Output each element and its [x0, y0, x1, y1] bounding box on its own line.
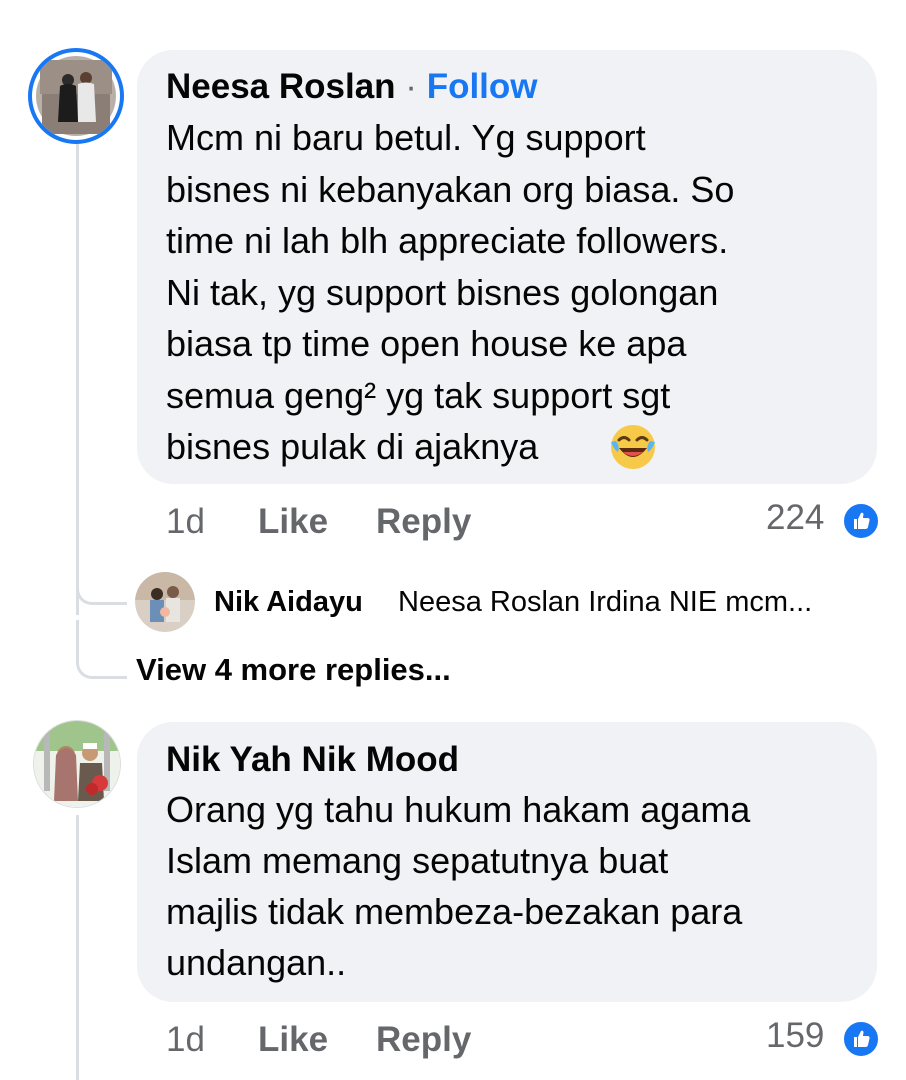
comment-text-line: biasa tp time open house ke apa [166, 323, 687, 364]
comment-author[interactable]: Nik Yah Nik Mood [166, 740, 459, 780]
thread-line-2 [76, 815, 79, 1080]
comment-time[interactable]: 1d [166, 502, 205, 542]
comment-time[interactable]: 1d [166, 1020, 205, 1060]
comment-text-line: bisnes ni kebanyakan org biasa. So [166, 169, 735, 210]
avatar-nik-yah-nik-mood[interactable] [33, 720, 121, 808]
comment-text-line: majlis tidak membeza-bezakan para [166, 891, 743, 932]
laughing-tears-emoji-icon [608, 422, 658, 472]
comment-author[interactable]: Neesa Roslan [166, 67, 396, 106]
separator-dot: · [405, 67, 417, 106]
reply-button[interactable]: Reply [376, 1020, 471, 1060]
comment-text-line: Orang yg tahu hukum hakam agama [166, 789, 751, 830]
reply-author[interactable]: Nik Aidayu [214, 586, 363, 619]
comment-text-line: Mcm ni baru betul. Yg support [166, 117, 646, 158]
reply-preview-text[interactable]: Neesa Roslan Irdina NIE mcm... [398, 586, 812, 619]
comment-text-line: Islam memang sepatutnya buat [166, 840, 669, 881]
avatar-neesa-roslan[interactable] [28, 48, 124, 144]
comment-text-line: bisnes pulak di ajaknya [166, 426, 539, 467]
comment-text-line: undangan.. [166, 942, 347, 983]
comment-author-row: Neesa Roslan · Follow [166, 67, 538, 107]
reaction-count[interactable]: 224 [766, 498, 824, 538]
thread-connector-reply [76, 560, 127, 605]
reply-button[interactable]: Reply [376, 502, 471, 542]
reaction-count[interactable]: 159 [766, 1016, 824, 1056]
like-button[interactable]: Like [258, 1020, 328, 1060]
thread-connector-more [76, 620, 127, 679]
comment-text-line: Ni tak, yg support bisnes golongan [166, 272, 719, 313]
like-reaction-icon [842, 1020, 880, 1058]
follow-button[interactable]: Follow [427, 67, 538, 106]
like-reaction-icon [842, 502, 880, 540]
comment-text-line: time ni lah blh appreciate followers. [166, 220, 729, 261]
comment-text-line: semua geng² yg tak support sgt [166, 375, 671, 416]
view-more-replies-link[interactable]: View 4 more replies... [136, 652, 451, 688]
avatar-nik-aidayu[interactable] [135, 572, 195, 632]
thread-line-1 [76, 135, 79, 615]
like-button[interactable]: Like [258, 502, 328, 542]
comment-bubble-1 [137, 50, 877, 484]
